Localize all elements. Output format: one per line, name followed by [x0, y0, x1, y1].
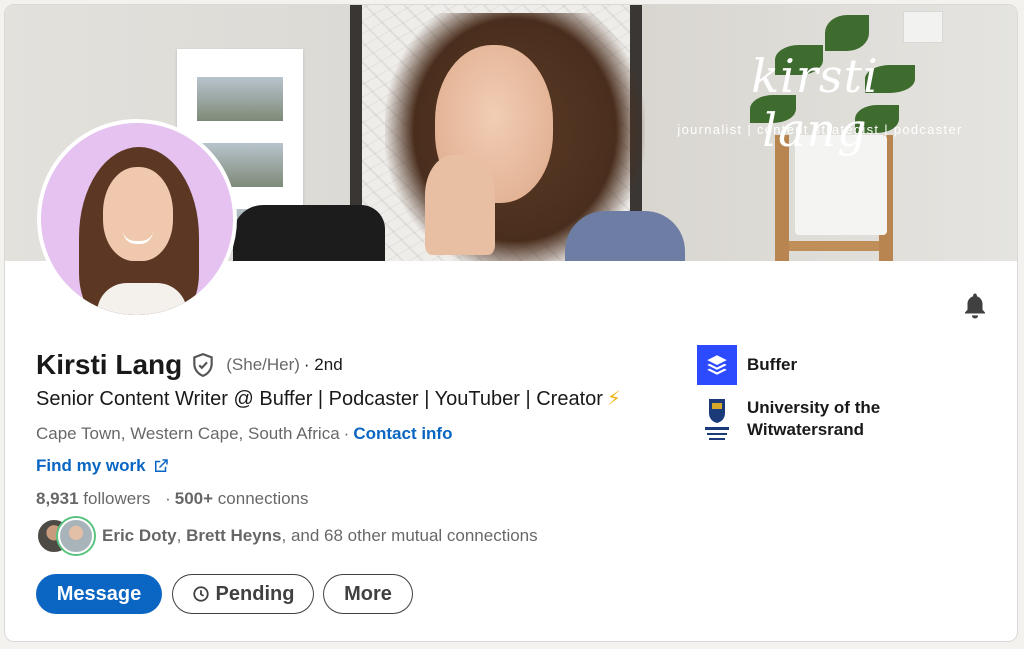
profile-card: kirsti lang journalist | content strateg… — [4, 4, 1018, 642]
location-row: Cape Town, Western Cape, South Africa · Co… — [36, 424, 452, 444]
banner-brand-tagline: journalist | content strategist | podcas… — [677, 122, 963, 137]
followers-row: 8,931 followers · 500+ connections — [36, 489, 309, 509]
mutual-rest: , and 68 other mutual connections — [281, 526, 538, 545]
education-wits-label: University of the Witwatersrand — [747, 398, 881, 439]
find-work-link[interactable]: Find my work — [36, 456, 170, 476]
more-button[interactable]: More — [323, 574, 413, 614]
wits-logo-icon — [697, 395, 737, 443]
profile-name: Kirsti Lang — [36, 349, 183, 380]
name-row: Kirsti Lang (She/Her) · 2nd — [36, 349, 343, 381]
find-work-label[interactable]: Find my work — [36, 456, 146, 476]
experience-buffer[interactable]: Buffer — [697, 345, 797, 385]
education-wits[interactable]: University of the Witwatersrand — [697, 395, 907, 443]
profile-headline: Senior Content Writer @ Buffer | Podcast… — [36, 386, 621, 411]
bell-icon[interactable] — [960, 291, 990, 321]
external-link-icon — [154, 459, 168, 472]
connections-label: connections — [213, 489, 309, 508]
avatar — [58, 518, 94, 554]
pending-label: Pending — [215, 582, 295, 605]
headline-text: Senior Content Writer @ Buffer | Podcast… — [36, 388, 603, 410]
clock-icon — [192, 586, 209, 602]
contact-info-link[interactable]: Contact info — [353, 424, 452, 443]
connections-count[interactable]: 500+ — [175, 489, 213, 508]
verified-shield-icon[interactable] — [190, 352, 216, 378]
message-button[interactable]: Message — [36, 574, 162, 614]
followers-count[interactable]: 8,931 — [36, 489, 79, 508]
mutual-connections-text: Eric Doty, Brett Heyns, and 68 other mut… — [102, 526, 538, 545]
mutual-avatars — [36, 518, 94, 554]
mutual-name-2: Brett Heyns — [186, 526, 282, 545]
profile-avatar[interactable] — [37, 119, 237, 319]
banner-light-switch — [903, 11, 943, 43]
pending-button[interactable]: Pending — [172, 574, 314, 614]
profile-pronouns: (She/Her) — [226, 355, 300, 374]
profile-location: Cape Town, Western Cape, South Africa — [36, 424, 340, 443]
banner-brand-name: kirsti lang — [751, 49, 879, 157]
followers-label: followers — [78, 489, 151, 508]
location-separator: · — [343, 424, 350, 443]
connections-separator: · — [165, 489, 171, 508]
buffer-logo-icon — [697, 345, 737, 385]
experience-buffer-label: Buffer — [747, 355, 798, 374]
mutual-connections[interactable]: Eric Doty, Brett Heyns, and 68 other mut… — [36, 518, 538, 554]
connection-degree: · 2nd — [303, 355, 343, 374]
banner-microphone — [233, 205, 385, 261]
lightning-icon: ⚡ — [606, 388, 621, 410]
mutual-name-1: Eric Doty — [102, 526, 177, 545]
